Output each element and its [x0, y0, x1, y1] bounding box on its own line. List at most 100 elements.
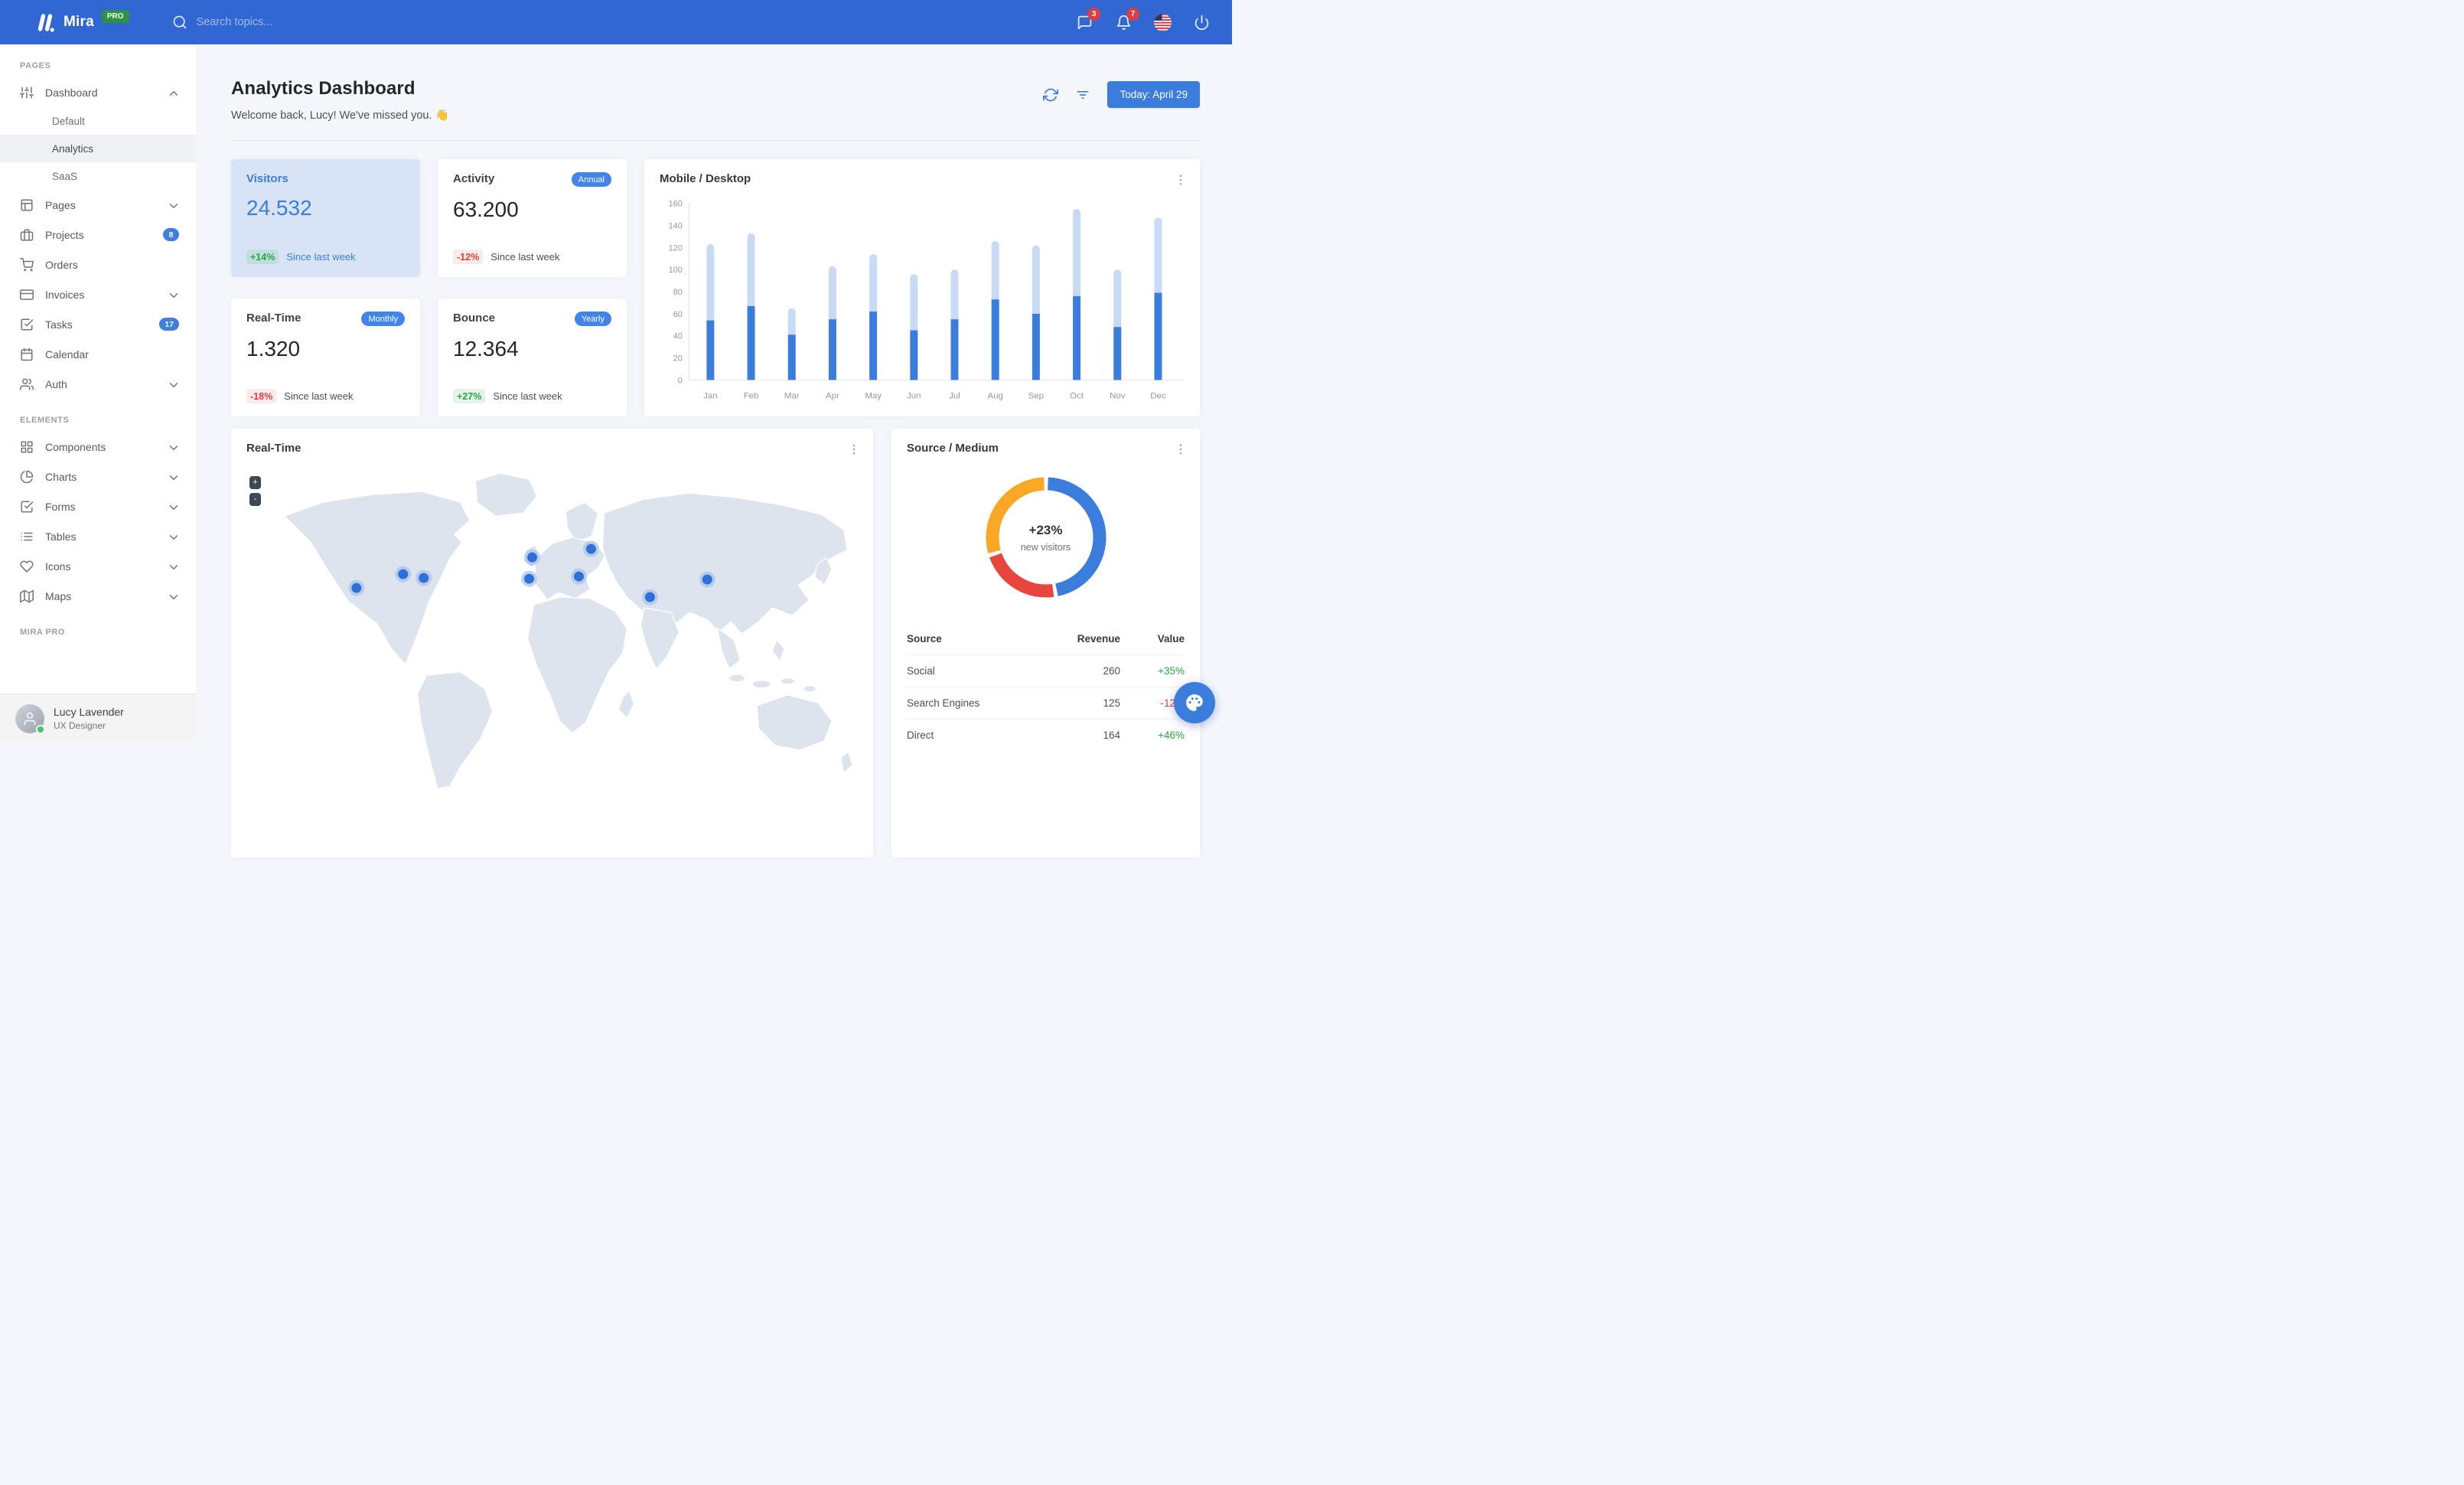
header-divider [231, 140, 1200, 141]
map-marker[interactable] [702, 574, 712, 585]
sidebar-subitem-analytics[interactable]: Analytics [0, 135, 196, 162]
stat-delta-chip: +14% [246, 250, 279, 264]
list-icon [20, 530, 34, 543]
world-map[interactable] [231, 468, 873, 790]
kebab-icon [1174, 173, 1189, 187]
user-icon [22, 711, 37, 726]
stat-value: 1.320 [246, 337, 301, 361]
calendar-icon [20, 348, 34, 361]
chevron-up-icon [167, 86, 179, 99]
filter-button[interactable] [1075, 86, 1092, 103]
svg-text:Jan: Jan [703, 391, 717, 400]
sidebar-item-calendar[interactable]: Calendar [0, 339, 196, 369]
sliders-icon [20, 86, 34, 100]
pie-icon [20, 470, 34, 484]
signout-button[interactable] [1192, 13, 1211, 31]
sidebar-item-tasks[interactable]: Tasks 17 [0, 309, 196, 339]
sidebar-item-label: Tables [45, 530, 77, 543]
source-row-search-engines: Search Engines 125 -12% [907, 687, 1185, 719]
layout-icon [20, 198, 34, 212]
map-marker[interactable] [524, 573, 535, 584]
language-button[interactable] [1153, 13, 1172, 31]
stat-value: 24.532 [246, 196, 312, 220]
notifications-badge: 7 [1126, 8, 1139, 21]
stat-card-real-time: Real-Time Monthly 1.320 -18% Since last week [231, 299, 420, 416]
chevron-down-icon [167, 378, 179, 390]
sidebar-item-label: Charts [45, 470, 77, 483]
sidebar-item-charts[interactable]: Charts [0, 462, 196, 491]
svg-text:Sep: Sep [1028, 391, 1044, 400]
stat-value: 12.364 [453, 337, 519, 361]
kebab-icon [1174, 442, 1189, 456]
sidebar-item-auth[interactable]: Auth [0, 369, 196, 399]
sidebar-item-label: Icons [45, 560, 71, 573]
refresh-button[interactable] [1043, 86, 1060, 103]
map-menu-button[interactable] [847, 442, 862, 457]
briefcase-icon [20, 228, 34, 242]
credit-card-icon [20, 288, 34, 302]
sidebar-item-invoices[interactable]: Invoices [0, 279, 196, 309]
search-icon [172, 15, 187, 30]
map-card-title: Real-Time [246, 442, 301, 455]
stat-period-pill[interactable]: Annual [571, 172, 611, 187]
sidebar-item-orders[interactable]: Orders [0, 250, 196, 279]
map-marker[interactable] [573, 571, 584, 582]
brand[interactable]: Mira PRO [0, 9, 129, 33]
stat-delta-chip: +27% [453, 389, 486, 403]
map-marker[interactable] [351, 583, 362, 593]
stat-caption: Since last week [284, 390, 354, 402]
messages-button[interactable]: 3 [1075, 8, 1100, 31]
source-menu-button[interactable] [1174, 442, 1189, 457]
sidebar-section-label: ELEMENTS [20, 416, 70, 425]
sidebar-section-label: MIRA PRO [20, 628, 65, 637]
source-value: +35% [1158, 665, 1185, 677]
power-icon [1192, 15, 1211, 31]
sidebar-item-components[interactable]: Components [0, 432, 196, 462]
svg-text:Nov: Nov [1110, 391, 1126, 400]
sidebar-badge: 8 [163, 228, 179, 241]
chart-menu-button[interactable] [1174, 172, 1189, 188]
sidebar-item-forms[interactable]: Forms [0, 491, 196, 521]
date-range-button[interactable]: Today: April 29 [1107, 81, 1200, 108]
map-marker[interactable] [419, 573, 429, 583]
stat-value: 63.200 [453, 197, 519, 221]
sidebar-item-label: Calendar [45, 348, 89, 361]
sidebar-item-dashboard[interactable]: Dashboard [0, 77, 196, 107]
stat-title: Activity [453, 172, 495, 185]
stat-caption: Since last week [491, 251, 560, 263]
sidebar-item-projects[interactable]: Projects 8 [0, 220, 196, 250]
svg-text:0: 0 [678, 376, 683, 385]
chevron-down-icon [167, 530, 179, 543]
map-marker[interactable] [527, 552, 538, 563]
sidebar-item-label: Maps [45, 589, 72, 602]
sidebar-item-icons[interactable]: Icons [0, 551, 196, 581]
sidebar-item-maps[interactable]: Maps [0, 581, 196, 611]
sidebar-item-label: Auth [45, 377, 67, 390]
map-zoom-in-button[interactable]: + [249, 476, 261, 489]
global-search [172, 15, 396, 30]
navbar-actions: 3 7 [1075, 8, 1232, 31]
map-marker[interactable] [644, 592, 655, 602]
stat-period-pill[interactable]: Monthly [361, 312, 405, 326]
source-name: Social [907, 665, 935, 677]
refresh-icon [1043, 87, 1060, 103]
svg-text:Apr: Apr [826, 391, 839, 400]
sidebar-item-tables[interactable]: Tables [0, 521, 196, 551]
notifications-button[interactable]: 7 [1114, 8, 1139, 31]
us-flag-icon [1153, 13, 1172, 31]
sidebar-subitem-saas[interactable]: SaaS [0, 162, 196, 190]
map-marker[interactable] [585, 543, 596, 554]
sidebar-user[interactable]: Lucy Lavender UX Designer [0, 694, 196, 742]
grid-icon [20, 440, 34, 454]
search-input[interactable] [196, 16, 396, 28]
sidebar-item-pages[interactable]: Pages [0, 190, 196, 220]
map-zoom-out-button[interactable]: - [249, 493, 261, 506]
sidebar: PAGES Dashboard Default Analytics SaaS Pages P… [0, 44, 196, 742]
sidebar-subitem-default[interactable]: Default [0, 107, 196, 135]
sidebar-item-label: Pages [45, 198, 76, 211]
source-value: +46% [1158, 729, 1185, 741]
chevron-down-icon [167, 199, 179, 211]
stat-period-pill[interactable]: Yearly [574, 312, 611, 326]
map-marker[interactable] [398, 569, 409, 579]
theme-settings-fab[interactable] [1174, 682, 1215, 723]
